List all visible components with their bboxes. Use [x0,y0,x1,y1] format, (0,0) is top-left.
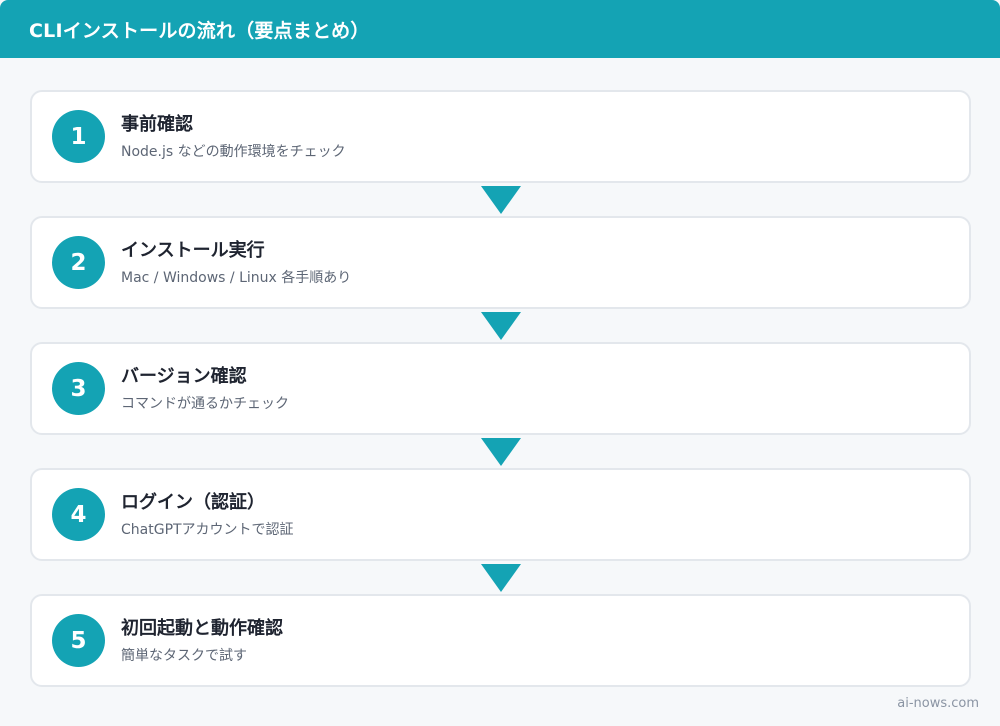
step-connector [30,435,971,468]
step-number-badge: 5 [52,614,105,667]
arrow-down-icon [480,563,521,592]
step-connector [30,309,971,342]
step-title: バージョン確認 [121,366,247,387]
step-title: 初回起動と動作確認 [121,618,283,639]
step-description: コマンドが通るかチェック [121,396,289,412]
step-title: 事前確認 [121,114,193,135]
step-card-4: 4 ログイン（認証） ChatGPTアカウントで認証 [30,468,971,561]
step-number-badge: 1 [52,110,105,163]
step-number-badge: 3 [52,362,105,415]
step-card-5: 5 初回起動と動作確認 簡単なタスクで試す [30,594,971,687]
step-card-2: 2 インストール実行 Mac / Windows / Linux 各手順あり [30,216,971,309]
step-description: 簡単なタスクで試す [121,648,247,664]
step-card-3: 3 バージョン確認 コマンドが通るかチェック [30,342,971,435]
step-list: 1 事前確認 Node.js などの動作環境をチェック 2 インストール実行 M… [30,90,971,687]
step-number-badge: 4 [52,488,105,541]
header-bar: CLIインストールの流れ（要点まとめ） [0,0,1000,58]
arrow-down-icon [480,311,521,340]
step-connector [30,183,971,216]
step-card-1: 1 事前確認 Node.js などの動作環境をチェック [30,90,971,183]
step-description: ChatGPTアカウントで認証 [121,522,294,538]
step-description: Mac / Windows / Linux 各手順あり [121,270,352,286]
step-connector [30,561,971,594]
step-title: インストール実行 [121,240,265,261]
step-title: ログイン（認証） [121,492,265,513]
arrow-down-icon [480,437,521,466]
step-number-badge: 2 [52,236,105,289]
page-title: CLIインストールの流れ（要点まとめ） [29,19,370,42]
step-description: Node.js などの動作環境をチェック [121,144,346,160]
arrow-down-icon [480,185,521,214]
site-credit: ai-nows.com [897,696,979,711]
